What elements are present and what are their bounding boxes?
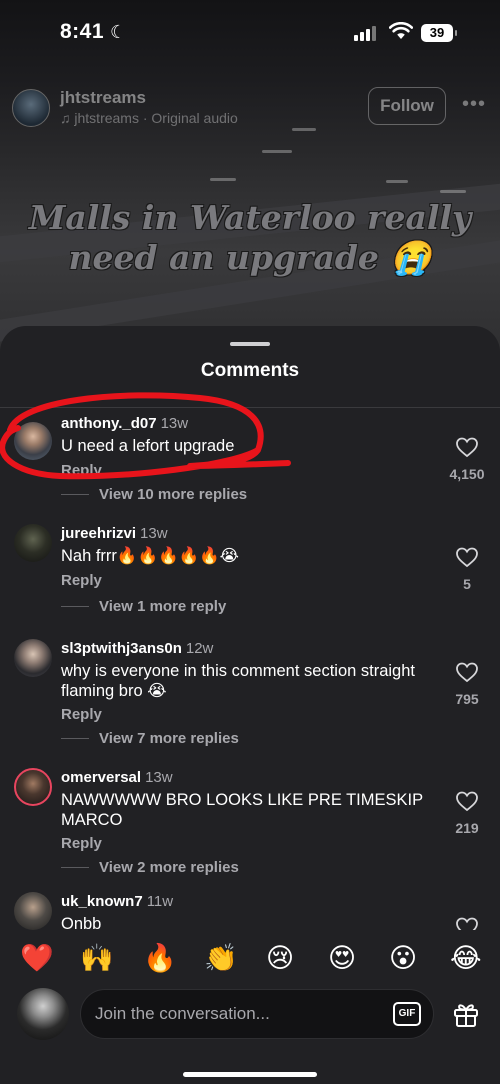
like-count: 219: [455, 820, 479, 836]
caption-line: Malls in Waterloo really: [28, 198, 472, 237]
ceiling-light: [440, 190, 466, 193]
comment-timestamp: 12w: [185, 640, 214, 657]
emoji-clapping[interactable]: 👏: [204, 940, 238, 976]
emoji-laughing[interactable]: 😂: [450, 940, 482, 976]
comment-item: omerversal 13w NAWWWWW BRO LOOKS LIKE PRE…: [0, 768, 500, 888]
composer-panel: ❤️ 🙌 🔥 👏 😢 😍 😮 😂 GIF: [0, 930, 500, 1084]
comment-username[interactable]: uk_known7 11w: [61, 893, 173, 910]
comment-avatar[interactable]: [14, 422, 52, 460]
comment-item: jureehrizvi 13w Nah frrr🔥🔥🔥🔥🔥😭 Reply View…: [0, 524, 500, 634]
caption-line: need an upgrade 😭: [68, 238, 432, 277]
view-more-replies-button[interactable]: View 1 more reply: [61, 598, 226, 615]
comment-item: sl3ptwithj3ans0n 12w why is everyone in t…: [0, 639, 500, 759]
comment-text: Nah frrr🔥🔥🔥🔥🔥😭: [61, 547, 239, 565]
comment-username[interactable]: anthony._d07 13w: [61, 415, 188, 432]
comment-username[interactable]: jureehrizvi 13w: [61, 525, 168, 542]
comment-text: why is everyone in this comment section …: [61, 662, 415, 700]
comment-timestamp: 13w: [160, 415, 189, 432]
reply-button[interactable]: Reply: [61, 835, 102, 852]
creator-username[interactable]: jhtstreams: [60, 88, 146, 108]
gif-button[interactable]: GIF: [393, 1002, 421, 1026]
like-count: 5: [463, 576, 471, 592]
reply-button[interactable]: Reply: [61, 572, 102, 589]
reply-button[interactable]: Reply: [61, 706, 102, 723]
gift-icon[interactable]: [452, 1000, 480, 1028]
comment-avatar[interactable]: [14, 768, 52, 806]
moon-icon: ☾: [110, 22, 127, 42]
status-bar: 8:41 ☾ 39: [0, 0, 500, 70]
view-more-replies-button[interactable]: View 7 more replies: [61, 730, 239, 747]
comment-item: anthony._d07 13w U need a lefort upgrade …: [0, 412, 500, 522]
emoji-raised-hands[interactable]: 🙌: [80, 940, 114, 976]
audio-label: jhtstreams · Original audio: [74, 110, 238, 126]
creator-avatar[interactable]: [12, 89, 50, 127]
comments-title: Comments: [200, 360, 300, 381]
ceiling-light: [210, 178, 236, 181]
comment-timestamp: 13w: [140, 525, 168, 542]
emoji-fire[interactable]: 🔥: [143, 940, 177, 976]
view-more-replies-button[interactable]: View 10 more replies: [61, 486, 247, 503]
music-note-icon: ♫: [60, 110, 75, 126]
comment-username[interactable]: omerversal 13w: [61, 769, 173, 786]
reel-caption: Malls in Waterloo really need an upgrade…: [0, 198, 500, 278]
emoji-heart[interactable]: ❤️: [20, 940, 54, 976]
more-options-icon[interactable]: •••: [462, 93, 486, 116]
home-indicator: [183, 1072, 317, 1077]
comment-input-container[interactable]: GIF: [80, 989, 434, 1039]
sheet-grabber-handle[interactable]: [230, 342, 270, 346]
heart-icon[interactable]: [452, 790, 482, 812]
comment-avatar[interactable]: [14, 892, 52, 930]
view-more-replies-button[interactable]: View 2 more replies: [61, 859, 239, 876]
audio-attribution[interactable]: ♫ jhtstreams · Original audio: [60, 110, 238, 126]
comment-timestamp: 13w: [145, 769, 173, 786]
heart-icon[interactable]: [452, 661, 482, 683]
ceiling-light: [262, 150, 292, 153]
emoji-crying[interactable]: 😢: [266, 940, 294, 976]
like-count: 4,150: [449, 466, 485, 482]
comment-text: U need a lefort upgrade: [61, 437, 235, 455]
divider: [0, 407, 500, 408]
heart-icon[interactable]: [452, 546, 482, 568]
emoji-quick-reactions: ❤️ 🙌 🔥 👏 😢 😍 😮 😂: [0, 940, 500, 980]
comment-username[interactable]: sl3ptwithj3ans0n 12w: [61, 640, 213, 657]
comment-timestamp: 11w: [146, 893, 174, 910]
reel-header: jhtstreams ♫ jhtstreams · Original audio…: [0, 85, 500, 130]
current-user-avatar: [17, 988, 69, 1040]
like-count: 795: [455, 691, 479, 707]
heart-icon[interactable]: [452, 436, 482, 458]
comment-text: NAWWWWW BRO LOOKS LIKE PRE TIMESKIP MARC…: [61, 791, 423, 829]
status-time: 8:41: [60, 20, 105, 43]
ceiling-light: [386, 180, 408, 183]
battery-indicator: 39: [421, 24, 457, 42]
follow-button[interactable]: Follow: [368, 87, 446, 125]
emoji-heart-eyes[interactable]: 😍: [328, 940, 356, 976]
cellular-signal-icon: [354, 26, 376, 41]
wifi-icon: [389, 22, 413, 39]
comment-avatar[interactable]: [14, 524, 52, 562]
comment-input[interactable]: [95, 990, 385, 1038]
comment-avatar[interactable]: [14, 639, 52, 677]
reply-button[interactable]: Reply: [61, 462, 102, 479]
emoji-surprised[interactable]: 😮: [389, 940, 417, 976]
